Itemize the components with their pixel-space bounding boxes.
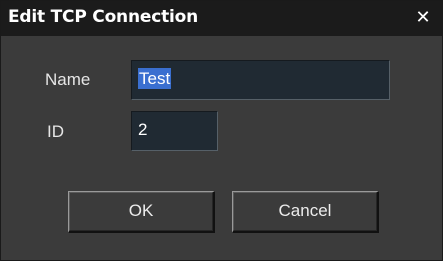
- title-bar[interactable]: Edit TCP Connection ✕: [1, 1, 442, 36]
- edit-tcp-connection-dialog: Edit TCP Connection ✕ Name Test ID 2 OK …: [0, 0, 443, 261]
- cancel-button[interactable]: Cancel: [232, 191, 379, 233]
- name-field[interactable]: Test: [131, 60, 390, 100]
- id-field[interactable]: 2: [131, 111, 218, 151]
- ok-button[interactable]: OK: [68, 191, 215, 233]
- dialog-body: Name Test ID 2 OK Cancel: [1, 36, 442, 260]
- close-icon[interactable]: ✕: [413, 7, 433, 29]
- cancel-button-label: Cancel: [278, 201, 332, 220]
- name-label: Name: [45, 70, 91, 89]
- id-label: ID: [47, 122, 64, 141]
- id-field-value: 2: [138, 120, 148, 139]
- ok-button-label: OK: [128, 201, 154, 220]
- dialog-title: Edit TCP Connection: [8, 7, 199, 27]
- name-field-value: Test: [138, 68, 172, 89]
